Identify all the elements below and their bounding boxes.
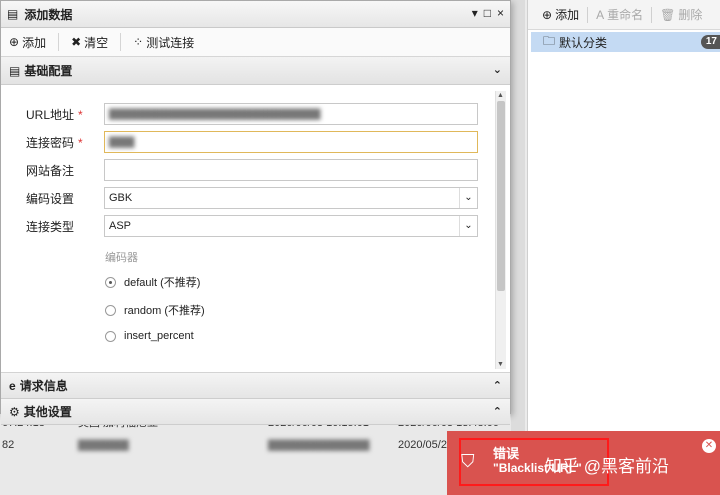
type-value: ASP: [109, 220, 132, 232]
encoding-row: 编码设置 GBK ⌄: [26, 187, 481, 209]
section-title: 基础配置: [24, 64, 73, 78]
test-connection-button[interactable]: ⁘ 测试连接: [133, 34, 194, 51]
note-input[interactable]: [104, 159, 478, 181]
type-label: 连接类型: [26, 219, 75, 234]
list-scrollbar[interactable]: [511, 0, 525, 495]
ie-icon: e: [9, 378, 16, 393]
close-icon[interactable]: ✕: [702, 439, 716, 453]
category-count-badge: 17: [700, 35, 720, 49]
encoder-radio-random[interactable]: random (不推荐): [105, 302, 205, 318]
url-row: URL地址 * ▇▇▇▇▇▇▇▇▇▇▇▇▇▇▇▇▇▇▇▇▇▇▇▇▇: [26, 103, 481, 125]
spinner-icon: ⁘: [133, 35, 144, 49]
section-title: 请求信息: [19, 379, 68, 393]
rename-label: 重命名: [607, 8, 644, 22]
rename-category-button[interactable]: A 重命名: [596, 6, 643, 23]
section-other-settings[interactable]: ⚙ 其他设置 ⌃: [1, 399, 510, 425]
close-button[interactable]: ×: [497, 6, 504, 20]
cell-ip: 82: [2, 439, 15, 451]
add-label: 添加: [22, 35, 47, 50]
basic-config-form: URL地址 * ▇▇▇▇▇▇▇▇▇▇▇▇▇▇▇▇▇▇▇▇▇▇▇▇▇ 连接密码 * ▇…: [1, 85, 510, 373]
add-category-label: 添加: [555, 8, 580, 22]
cell-location: ▇▇▇▇▇▇: [78, 439, 129, 451]
url-value-redacted: ▇▇▇▇▇▇▇▇▇▇▇▇▇▇▇▇▇▇▇▇▇▇▇▇▇: [109, 108, 321, 120]
chevron-down-icon: ⌄: [459, 216, 477, 236]
url-input[interactable]: ▇▇▇▇▇▇▇▇▇▇▇▇▇▇▇▇▇▇▇▇▇▇▇▇▇: [104, 103, 478, 125]
section-title: 其他设置: [23, 405, 72, 419]
form-scrollbar[interactable]: ▲ ▼: [495, 91, 506, 369]
divider: [120, 33, 122, 51]
password-input[interactable]: ▇▇▇: [104, 131, 478, 153]
note-label: 网站备注: [26, 163, 75, 178]
chevron-up-icon: ⌃: [492, 380, 502, 392]
category-panel: ⊕ 添加 A 重命名 🗑 删除 🗀 默认分类 17: [527, 0, 720, 495]
scroll-thumb[interactable]: [497, 101, 505, 291]
type-select[interactable]: ASP ⌄: [104, 215, 478, 237]
radio-label: insert_percent: [124, 330, 194, 342]
divider: [651, 6, 653, 23]
watermark: 知乎 @黑客前沿: [545, 457, 669, 476]
section-request-info[interactable]: e 请求信息 ⌃: [1, 373, 510, 399]
chevron-down-icon: ⌄: [459, 188, 477, 208]
password-label: 连接密码 *: [26, 135, 83, 150]
type-row: 连接类型 ASP ⌄: [26, 215, 481, 237]
delete-label: 删除: [678, 8, 703, 22]
dialog-toolbar: ⊕ 添加 ✖ 清空 ⁘ 测试连接: [1, 28, 510, 57]
add-data-dialog: ▤ 添加数据 ▾ □ × ⊕ 添加 ✖ 清空 ⁘ 测试连接 ▤ 基础配置 ⌄ U…: [0, 0, 511, 425]
x-icon: ✖: [71, 35, 82, 49]
encoding-label: 编码设置: [26, 191, 75, 206]
maximize-button[interactable]: □: [484, 6, 491, 20]
category-toolbar: ⊕ 添加 A 重命名 🗑 删除: [528, 0, 720, 30]
radio-dot: [105, 304, 116, 316]
encoder-radio-default[interactable]: default (不推荐): [105, 274, 200, 290]
section-basic-config[interactable]: ▤ 基础配置 ⌄: [1, 57, 510, 85]
url-label: URL地址 *: [26, 107, 83, 122]
category-item-default[interactable]: 🗀 默认分类 17: [531, 32, 720, 52]
encoder-label: 编码器: [105, 252, 138, 264]
plus-circle-icon: ⊕: [542, 7, 553, 22]
font-icon: A: [596, 7, 605, 22]
plus-circle-icon: ⊕: [9, 35, 20, 49]
add-category-button[interactable]: ⊕ 添加: [542, 6, 579, 23]
dialog-titlebar[interactable]: ▤ 添加数据 ▾ □ ×: [1, 1, 510, 28]
minimize-button[interactable]: ▾: [472, 6, 478, 20]
password-row: 连接密码 * ▇▇▇: [26, 131, 481, 153]
radio-dot: [105, 276, 116, 288]
shield-alert-icon: ⛉: [461, 451, 475, 471]
divider: [587, 6, 589, 23]
folder-icon: 🗀: [543, 33, 556, 48]
delete-category-button[interactable]: 🗑 删除: [660, 6, 702, 23]
encoder-radio-insert-percent[interactable]: insert_percent: [105, 330, 194, 342]
divider: [58, 33, 60, 51]
note-row: 网站备注: [26, 159, 481, 181]
toast-title: 错误: [493, 446, 520, 461]
trash-icon: 🗑: [660, 7, 676, 22]
cell-created: ▇▇▇▇▇▇▇▇▇▇▇▇: [268, 439, 370, 451]
encoding-value: GBK: [109, 192, 133, 204]
clear-button[interactable]: ✖ 清空: [71, 34, 108, 51]
password-value-redacted: ▇▇▇: [109, 136, 135, 148]
doc-icon: ▤: [9, 63, 21, 78]
gears-icon: ⚙: [9, 404, 20, 419]
test-label: 测试连接: [146, 35, 195, 50]
document-icon: ▤: [7, 7, 19, 21]
chevron-down-icon: ⌄: [492, 64, 502, 76]
add-button[interactable]: ⊕ 添加: [9, 34, 46, 51]
radio-label: default (不推荐): [124, 277, 201, 289]
radio-dot: [105, 330, 116, 342]
radio-label: random (不推荐): [124, 305, 205, 317]
encoding-select[interactable]: GBK ⌄: [104, 187, 478, 209]
scroll-down-icon[interactable]: ▼: [497, 361, 504, 368]
scroll-up-icon[interactable]: ▲: [497, 92, 504, 99]
clear-label: 清空: [84, 35, 109, 50]
category-label: 默认分类: [559, 35, 608, 50]
chevron-up-icon: ⌃: [492, 406, 502, 418]
dialog-title: 添加数据: [24, 7, 73, 22]
